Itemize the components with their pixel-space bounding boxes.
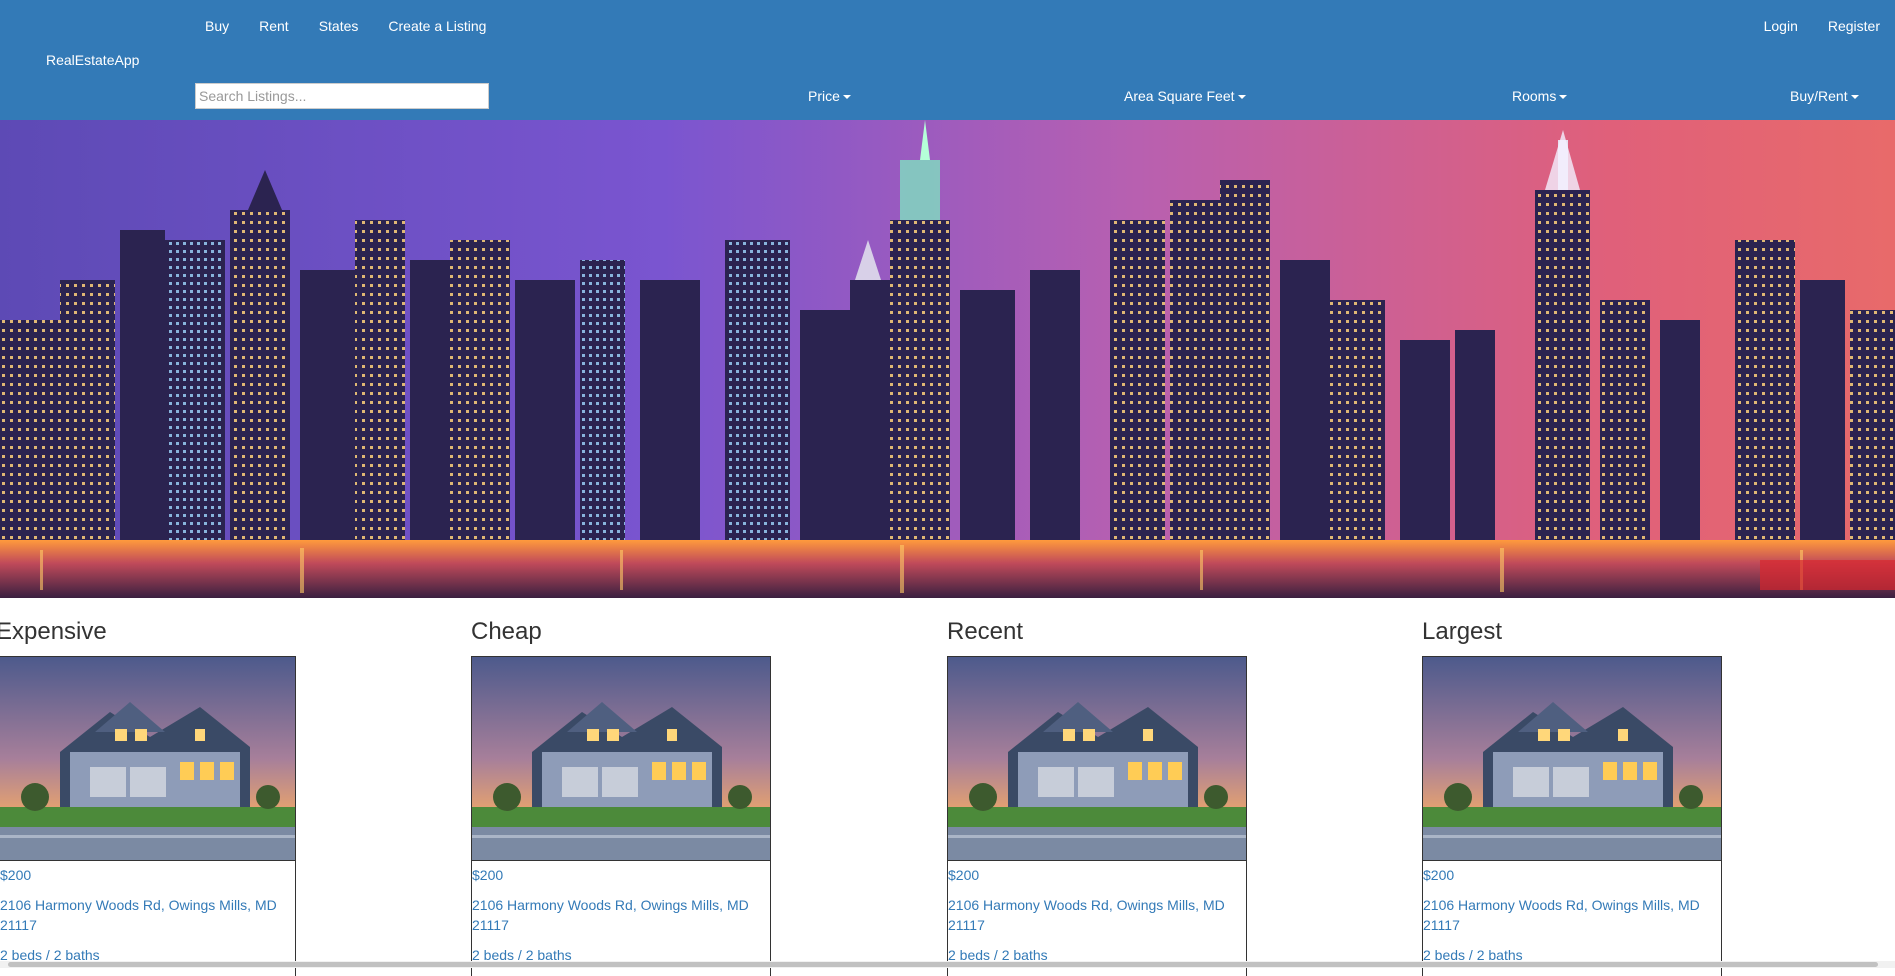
listing-photo[interactable] xyxy=(948,657,1246,861)
listing-card[interactable]: $200 2106 Harmony Woods Rd, Owings Mills… xyxy=(471,656,771,976)
listing-card[interactable]: $200 2106 Harmony Woods Rd, Owings Mills… xyxy=(0,656,296,976)
house-photo-illustration xyxy=(1423,657,1721,860)
brand-link[interactable]: RealEstateApp xyxy=(46,50,139,70)
house-photo-illustration xyxy=(948,657,1246,860)
rooms-filter-dropdown[interactable]: Rooms xyxy=(1512,86,1568,106)
buy-rent-filter-dropdown[interactable]: Buy/Rent xyxy=(1790,86,1859,106)
listing-price-link[interactable]: $200 xyxy=(0,865,295,885)
section-title: Cheap xyxy=(471,618,542,645)
listing-address-link[interactable]: 2106 Harmony Woods Rd, Owings Mills, MD … xyxy=(0,895,290,935)
navbar: Buy Rent States Create a Listing Login R… xyxy=(0,0,1895,120)
buy-rent-filter-label: Buy/Rent xyxy=(1790,88,1848,104)
area-filter-label: Area Square Feet xyxy=(1124,88,1235,104)
scrollbar-thumb[interactable] xyxy=(8,962,1878,967)
nav-states-link[interactable]: States xyxy=(304,14,374,38)
listing-photo[interactable] xyxy=(1423,657,1721,861)
nav-links-right: Login Register xyxy=(1749,14,1895,38)
listing-card[interactable]: $200 2106 Harmony Woods Rd, Owings Mills… xyxy=(1422,656,1722,976)
listing-price-link[interactable]: $200 xyxy=(472,865,770,885)
section-title: Recent xyxy=(947,618,1024,645)
nav-create-listing-link[interactable]: Create a Listing xyxy=(373,14,501,38)
listing-address-link[interactable]: 2106 Harmony Woods Rd, Owings Mills, MD … xyxy=(472,895,762,935)
price-filter-dropdown[interactable]: Price xyxy=(808,86,851,106)
listing-column-expensive: Expensive $200 2106 Harmony Woods Rd, Ow… xyxy=(0,612,300,976)
section-title: Largest xyxy=(1422,618,1503,645)
listing-column-recent: Recent $200 2106 Harmony Woods Rd, Owing… xyxy=(947,612,1247,976)
search-input[interactable] xyxy=(195,83,489,109)
listing-price-link[interactable]: $200 xyxy=(1423,865,1721,885)
caret-down-icon xyxy=(1237,95,1246,100)
listing-photo[interactable] xyxy=(472,657,770,861)
horizontal-scrollbar[interactable] xyxy=(0,961,1895,968)
listing-column-cheap: Cheap $200 2106 Harmony Woods Rd, Owings… xyxy=(471,612,771,976)
house-photo-illustration xyxy=(472,657,770,860)
listing-photo[interactable] xyxy=(0,657,295,861)
listing-column-largest: Largest $200 2106 Harmony Woods Rd, Owin… xyxy=(1422,612,1722,976)
caret-down-icon xyxy=(842,95,851,100)
caret-down-icon xyxy=(1559,95,1568,100)
nav-login-link[interactable]: Login xyxy=(1749,14,1813,38)
navbar-top-row: Buy Rent States Create a Listing Login R… xyxy=(0,0,1895,50)
listing-address-link[interactable]: 2106 Harmony Woods Rd, Owings Mills, MD … xyxy=(1423,895,1713,935)
price-filter-label: Price xyxy=(808,88,840,104)
listing-address-link[interactable]: 2106 Harmony Woods Rd, Owings Mills, MD … xyxy=(948,895,1238,935)
caret-down-icon xyxy=(1850,95,1859,100)
city-skyline-illustration xyxy=(0,120,1895,598)
section-title: Expensive xyxy=(0,618,107,645)
house-photo-illustration xyxy=(0,657,295,860)
rooms-filter-label: Rooms xyxy=(1512,88,1557,104)
listing-card[interactable]: $200 2106 Harmony Woods Rd, Owings Mills… xyxy=(947,656,1247,976)
hero-city-skyline-image xyxy=(0,120,1895,598)
area-filter-dropdown[interactable]: Area Square Feet xyxy=(1124,86,1246,106)
nav-register-link[interactable]: Register xyxy=(1813,14,1895,38)
nav-buy-link[interactable]: Buy xyxy=(190,14,244,38)
listing-price-link[interactable]: $200 xyxy=(948,865,1246,885)
nav-links-left: Buy Rent States Create a Listing xyxy=(190,14,501,38)
nav-rent-link[interactable]: Rent xyxy=(244,14,304,38)
